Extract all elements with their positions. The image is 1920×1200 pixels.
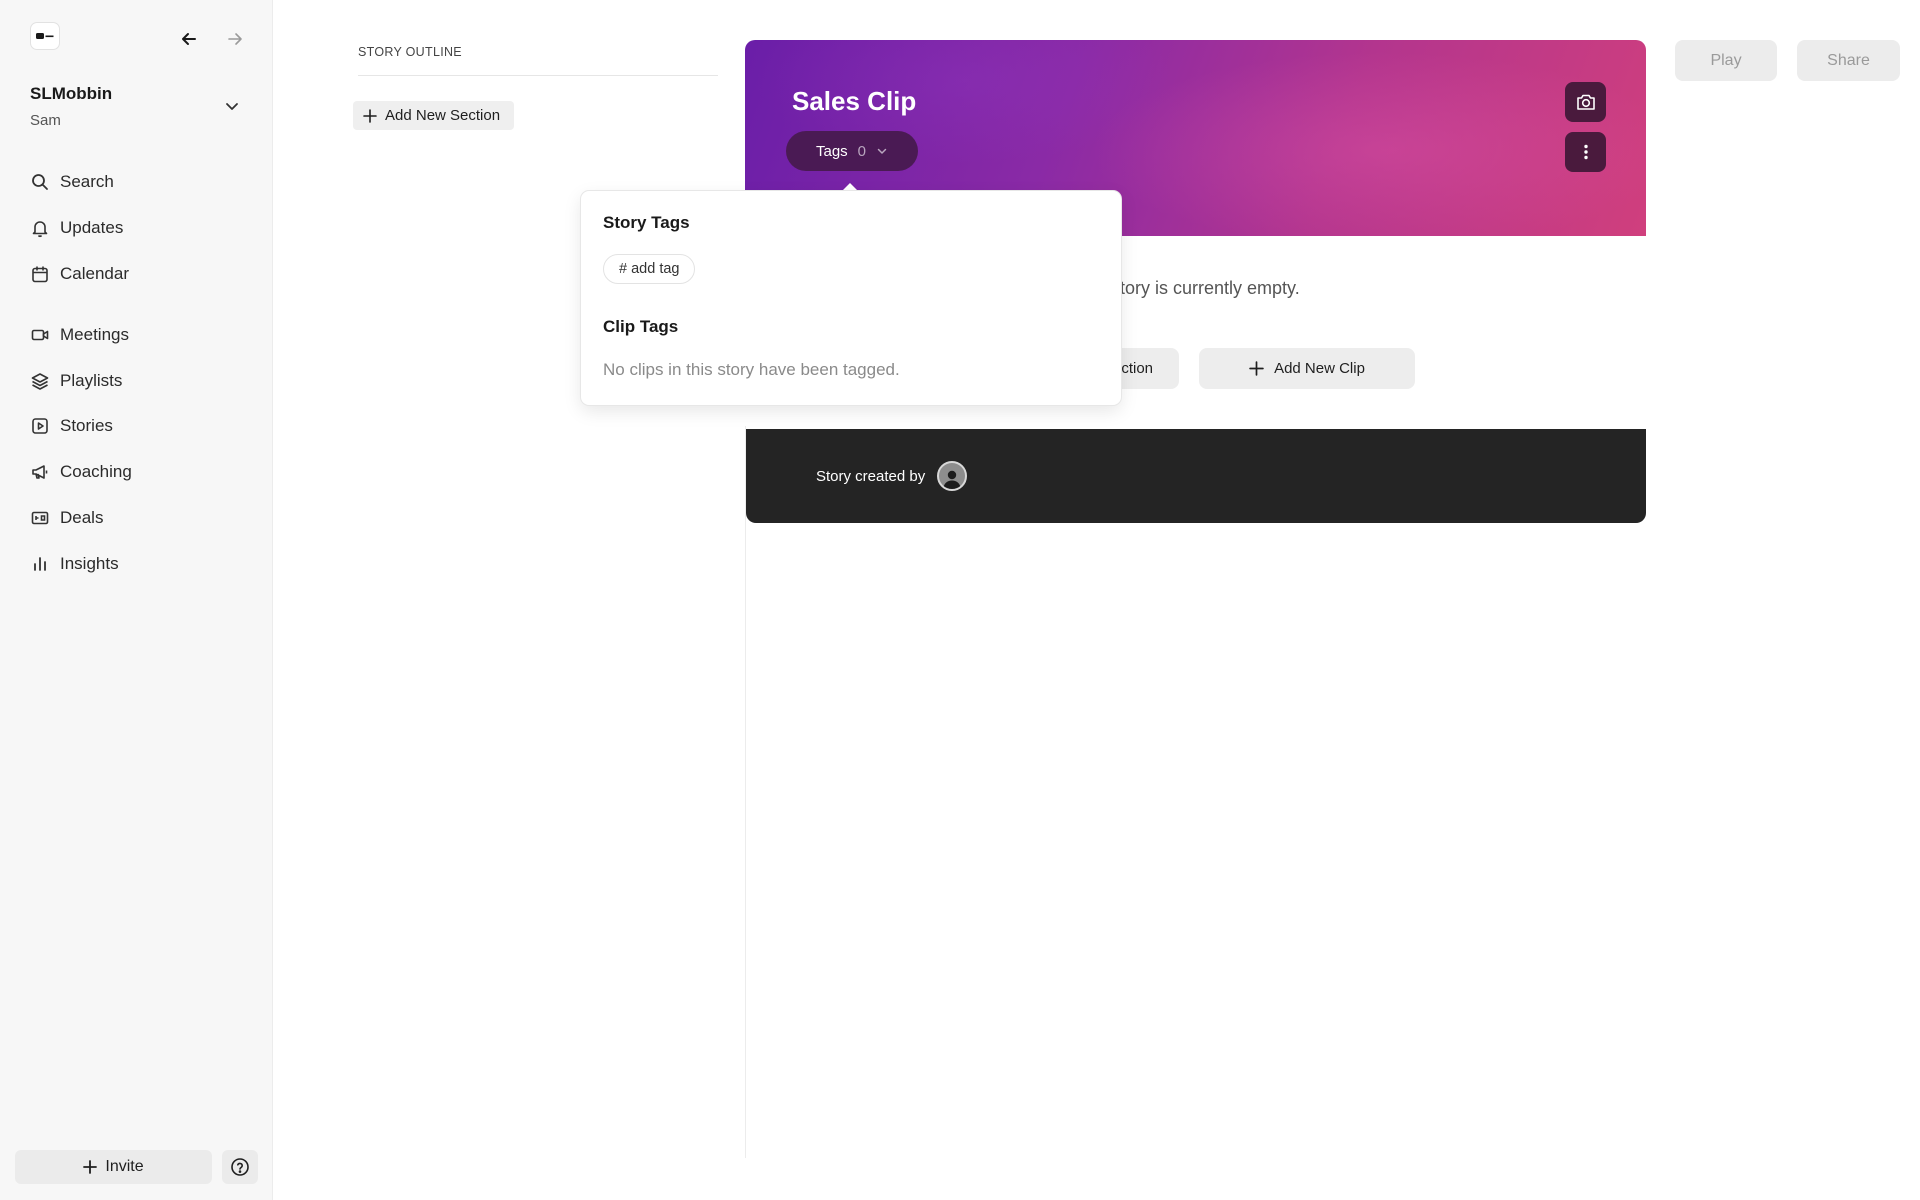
sidebar-item-calendar[interactable]: Calendar bbox=[30, 259, 129, 289]
add-new-clip-button[interactable]: Add New Clip bbox=[1199, 348, 1415, 389]
calendar-icon bbox=[32, 266, 48, 283]
share-button[interactable]: Share bbox=[1797, 40, 1900, 81]
sidebar-item-label: Meetings bbox=[60, 325, 129, 344]
invite-label: Invite bbox=[105, 1158, 144, 1175]
sidebar-item-coaching[interactable]: Coaching bbox=[30, 457, 132, 487]
help-button[interactable] bbox=[222, 1150, 258, 1184]
add-new-section-button[interactable]: Add New Section bbox=[353, 101, 515, 130]
workspace-name: SLMobbin bbox=[30, 84, 113, 103]
sidebar-item-playlists[interactable]: Playlists bbox=[30, 366, 122, 396]
video-icon bbox=[31, 329, 49, 341]
sidebar-item-label: Insights bbox=[60, 554, 119, 573]
app-logo[interactable] bbox=[30, 22, 60, 50]
plus-icon bbox=[83, 1160, 98, 1174]
story-footer: Story created by bbox=[746, 429, 1646, 523]
user-silhouette-icon bbox=[943, 470, 962, 489]
clip-tags-empty-message: No clips in this story have been tagged. bbox=[603, 360, 900, 379]
plus-icon bbox=[363, 108, 377, 123]
user-name: Sam bbox=[30, 112, 61, 129]
add-tag-button[interactable]: # add tag bbox=[603, 254, 696, 284]
tags-count: 0 bbox=[857, 142, 867, 160]
deal-icon bbox=[31, 511, 49, 525]
back-arrow-icon[interactable] bbox=[176, 26, 202, 52]
story-tags-heading: Story Tags bbox=[603, 213, 690, 232]
chevron-down-icon[interactable] bbox=[222, 96, 242, 116]
help-circle-icon bbox=[231, 1158, 249, 1176]
search-icon bbox=[32, 174, 48, 190]
camera-icon bbox=[1576, 94, 1595, 110]
invite-button[interactable]: Invite bbox=[15, 1150, 212, 1184]
play-square-icon bbox=[32, 418, 48, 434]
sidebar-item-label: Deals bbox=[60, 508, 104, 527]
logo-mark-icon bbox=[36, 33, 54, 39]
column-divider bbox=[745, 426, 746, 1158]
sidebar-item-label: Stories bbox=[60, 416, 113, 435]
sidebar-item-label: Updates bbox=[60, 218, 124, 237]
add-section-label: ction bbox=[1121, 360, 1153, 377]
add-new-clip-label: Add New Clip bbox=[1274, 360, 1365, 377]
avatar[interactable] bbox=[937, 461, 968, 491]
story-created-by-label: Story created by bbox=[816, 467, 926, 485]
bar-chart-icon bbox=[34, 557, 46, 571]
story-outline-title: STORY OUTLINE bbox=[358, 45, 462, 59]
story-empty-message: Story is currently empty. bbox=[1108, 278, 1300, 298]
more-options-button[interactable] bbox=[1565, 132, 1606, 172]
sidebar-item-insights[interactable]: Insights bbox=[30, 549, 119, 579]
chevron-down-icon bbox=[877, 148, 887, 154]
play-button[interactable]: Play bbox=[1675, 40, 1777, 81]
sidebar-item-search[interactable]: Search bbox=[30, 167, 114, 197]
plus-icon bbox=[1249, 361, 1264, 376]
sidebar-item-label: Search bbox=[60, 172, 114, 191]
sidebar: SLMobbin Sam Search Updates Calendar Mee… bbox=[0, 0, 273, 1200]
sidebar-item-label: Playlists bbox=[60, 371, 123, 390]
bell-icon bbox=[32, 221, 48, 238]
story-title[interactable]: Sales Clip bbox=[792, 86, 916, 117]
camera-button[interactable] bbox=[1565, 82, 1606, 122]
add-new-section-label: Add New Section bbox=[385, 107, 501, 124]
tags-label: Tags bbox=[815, 142, 848, 160]
sidebar-item-meetings[interactable]: Meetings bbox=[30, 320, 129, 350]
workspace-switcher[interactable]: SLMobbin Sam bbox=[30, 84, 112, 129]
forward-arrow-icon[interactable] bbox=[222, 26, 248, 52]
sidebar-item-stories[interactable]: Stories bbox=[30, 411, 113, 441]
sidebar-item-deals[interactable]: Deals bbox=[30, 503, 103, 533]
megaphone-icon bbox=[32, 465, 48, 479]
tags-popover: Story Tags # add tag Clip Tags No clips … bbox=[581, 191, 1121, 405]
more-vertical-icon bbox=[1583, 144, 1588, 160]
sidebar-item-updates[interactable]: Updates bbox=[30, 213, 123, 243]
sidebar-item-label: Calendar bbox=[60, 264, 129, 283]
clip-tags-heading: Clip Tags bbox=[603, 317, 679, 336]
layers-icon bbox=[31, 373, 49, 390]
tags-dropdown-button[interactable]: Tags 0 bbox=[786, 131, 918, 171]
sidebar-item-label: Coaching bbox=[60, 462, 132, 481]
outline-divider bbox=[358, 75, 718, 76]
